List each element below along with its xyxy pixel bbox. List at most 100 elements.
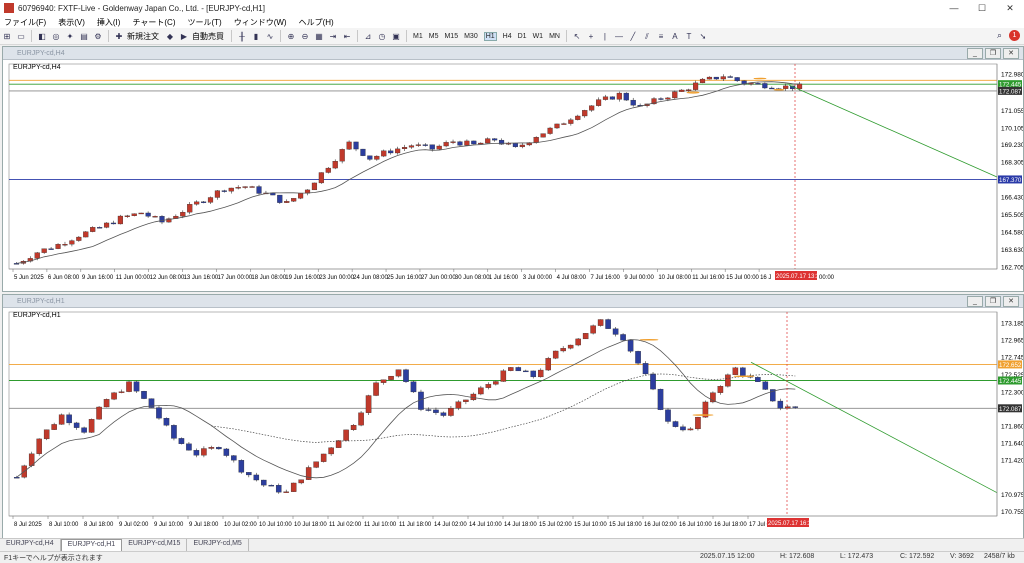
tab-eurjpy-m15[interactable]: EURJPY-cd,M15 — [122, 539, 188, 551]
chart-close-button[interactable]: ✕ — [1003, 48, 1019, 59]
minimize-button[interactable]: — — [940, 0, 968, 16]
timeframe-h4[interactable]: H4 — [503, 33, 512, 40]
time-tick-label: 1 Jul 16:00 — [489, 275, 519, 281]
trendline-icon[interactable]: ╱ — [627, 31, 639, 42]
zoom-out-icon[interactable]: ⊖ — [299, 31, 311, 42]
candle-body — [672, 421, 679, 427]
chart-close-button[interactable]: ✕ — [1003, 296, 1019, 307]
window-controls: — ☐ ✕ — [940, 0, 1024, 16]
price-tag-label: 172.087 — [999, 88, 1022, 95]
tester-icon[interactable]: ⚙ — [92, 31, 104, 42]
timeframe-m30[interactable]: M30 — [464, 33, 478, 40]
timeframe-w1[interactable]: W1 — [533, 33, 544, 40]
indicators-icon[interactable]: ⊿ — [362, 31, 374, 42]
time-tick-label: 10 Jul 02:00 — [224, 522, 257, 528]
tile-windows-icon[interactable]: ▦ — [313, 31, 325, 42]
date-tag-label: 2025.07.17 16:38 — [768, 521, 815, 527]
menu-insert[interactable]: 挿入(I) — [97, 17, 121, 28]
metaeditor-icon[interactable]: ◆ — [164, 31, 176, 42]
tab-eurjpy-m5[interactable]: EURJPY-cd,M5 — [187, 539, 249, 551]
tab-eurjpy-h1[interactable]: EURJPY-cd,H1 — [60, 539, 123, 551]
arrows-icon[interactable]: ➘ — [697, 31, 709, 42]
candlestick-icon[interactable]: ▮ — [250, 31, 262, 42]
vertical-line-icon[interactable]: | — [599, 31, 611, 42]
menu-window[interactable]: ウィンドウ(W) — [234, 17, 287, 28]
timeframe-d1[interactable]: D1 — [518, 33, 527, 40]
candle-body — [332, 161, 338, 169]
horizontal-line-icon[interactable]: — — [613, 31, 625, 42]
new-order-icon[interactable]: ✚ — [113, 31, 125, 42]
status-bar: F1キーでヘルプが表示されます 2025.07.15 12:00 H: 172.… — [0, 551, 1024, 563]
close-button[interactable]: ✕ — [996, 0, 1024, 16]
zoom-in-icon[interactable]: ⊕ — [285, 31, 297, 42]
status-time: 2025.07.15 12:00 — [700, 553, 755, 560]
candle-body — [500, 370, 507, 382]
market-watch-icon[interactable]: ◧ — [36, 31, 48, 42]
candle-body — [350, 424, 357, 431]
line-chart-icon[interactable]: ∿ — [264, 31, 276, 42]
candle-body — [567, 344, 574, 349]
timeframe-m5[interactable]: M5 — [429, 33, 439, 40]
search-icon[interactable]: ⌕ — [997, 30, 1002, 41]
candle-body — [186, 443, 192, 451]
terminal-icon[interactable]: ▤ — [78, 31, 90, 42]
menu-help[interactable]: ヘルプ(H) — [299, 17, 334, 28]
candle-body — [575, 115, 581, 120]
candle-body — [590, 325, 596, 334]
timeframe-m1[interactable]: M1 — [413, 33, 423, 40]
candle-body — [223, 448, 230, 456]
notification-badge[interactable]: 1 — [1009, 30, 1020, 41]
timeframe-mn[interactable]: MN — [549, 33, 560, 40]
chart-minimize-button[interactable]: _ — [967, 296, 983, 307]
chart-shift-icon[interactable]: ⇤ — [341, 31, 353, 42]
auto-trading-button[interactable]: 自動売買 — [192, 31, 224, 42]
chart-minimize-button[interactable]: _ — [967, 48, 983, 59]
candle-body — [485, 384, 492, 388]
candle-body — [228, 187, 234, 192]
candle-body — [537, 369, 544, 378]
tab-eurjpy-h4[interactable]: EURJPY-cd,H4 — [0, 539, 61, 551]
new-order-button[interactable]: 新規注文 — [127, 31, 159, 42]
candle-body — [457, 141, 463, 146]
cursor-icon[interactable]: ↖ — [571, 31, 583, 42]
time-tick-label: 5 Jun 2025 — [14, 275, 44, 281]
autoscroll-icon[interactable]: ⇥ — [327, 31, 339, 42]
candle-body — [335, 440, 342, 448]
chart-restore-button[interactable]: ❐ — [985, 48, 1001, 59]
data-window-icon[interactable]: ◎ — [50, 31, 62, 42]
templates-icon[interactable]: ▣ — [390, 31, 402, 42]
app-icon — [4, 3, 14, 13]
h1-candlestick-chart[interactable]: EURJPY-cd,H1173.185172.965172.745172.525… — [3, 308, 1023, 538]
candle-body — [512, 143, 518, 148]
profiles-icon[interactable]: ▭ — [15, 31, 27, 42]
h4-candlestick-chart[interactable]: EURJPY-cd,H4 172.980 171.055 170.105 169.230… — [3, 60, 1023, 291]
crosshair-icon[interactable]: + — [585, 31, 597, 42]
time-tick-label: 11 Jul 10:00 — [364, 522, 397, 528]
menu-chart[interactable]: チャート(C) — [132, 17, 175, 28]
new-chart-icon[interactable]: ⊞ — [1, 31, 13, 42]
candle-body — [642, 363, 649, 375]
fibonacci-icon[interactable]: ≡ — [655, 31, 667, 42]
label-icon[interactable]: T — [683, 31, 695, 42]
candle-body — [374, 155, 380, 160]
text-icon[interactable]: A — [669, 31, 681, 42]
chart-restore-button[interactable]: ❐ — [985, 296, 1001, 307]
time-tick-label: 17 Jun 00:00 — [217, 275, 252, 281]
timeframe-m15[interactable]: M15 — [444, 33, 458, 40]
candle-body — [403, 369, 409, 382]
timeframe-h1[interactable]: H1 — [483, 31, 497, 41]
menu-view[interactable]: 表示(V) — [58, 17, 85, 28]
maximize-button[interactable]: ☐ — [968, 0, 996, 16]
toolbar-separator — [31, 30, 32, 42]
date-tag-label: 2025.07.17 13:38 — [776, 274, 823, 280]
auto-trading-icon[interactable]: ▶ — [178, 31, 190, 42]
time-tick-label: 4 Jul 08:00 — [557, 275, 587, 281]
time-tick-label: 9 Jul 02:00 — [119, 522, 149, 528]
navigator-icon[interactable]: ✦ — [64, 31, 76, 42]
channel-icon[interactable]: ⫽ — [641, 31, 653, 42]
menu-tools[interactable]: ツール(T) — [187, 17, 221, 28]
bar-chart-icon[interactable]: ╫ — [236, 31, 248, 42]
periods-icon[interactable]: ◷ — [376, 31, 388, 42]
candle-body — [658, 98, 664, 100]
menu-file[interactable]: ファイル(F) — [4, 17, 46, 28]
